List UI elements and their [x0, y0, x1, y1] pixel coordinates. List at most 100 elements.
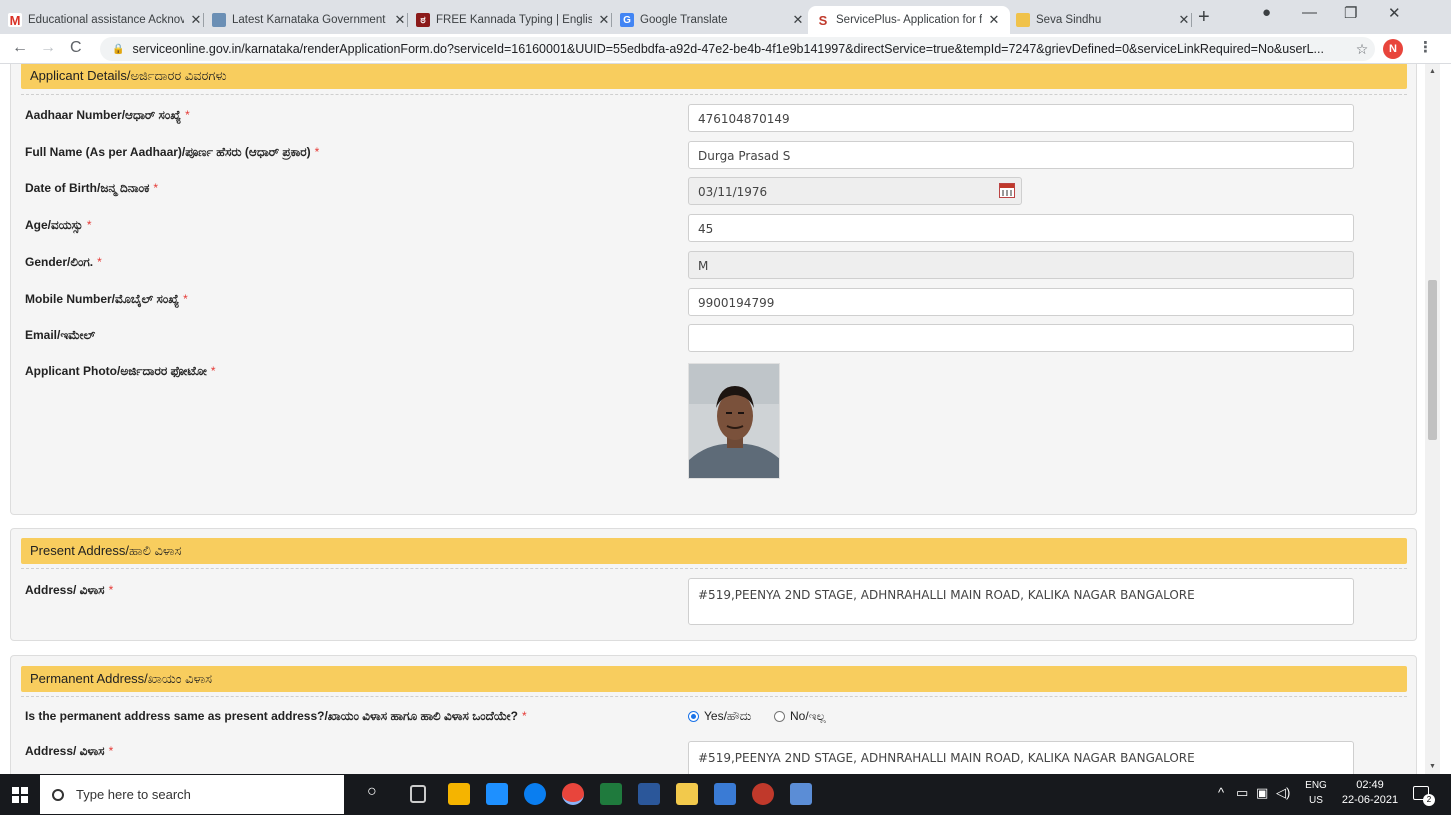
email-label: Email/ಇಮೇಲ್: [25, 328, 96, 342]
mobile-label: Mobile Number/ಮೊಬೈಲ್ ಸಂಖ್ಯೆ *: [25, 292, 188, 306]
close-window-button[interactable]: ✕: [1388, 4, 1401, 22]
full-name-field[interactable]: Durga Prasad S: [688, 141, 1354, 169]
clock-time: 02:49: [1356, 779, 1384, 791]
network-icon[interactable]: ▭: [1236, 785, 1248, 801]
close-icon[interactable]: ✕: [986, 12, 1002, 28]
tab-title: Google Translate: [640, 14, 728, 26]
notification-count: 2: [1423, 794, 1435, 806]
restore-button[interactable]: ❐: [1344, 4, 1357, 22]
full-name-label: Full Name (As per Aadhaar)/ಪೂರ್ಣ ಹೆಸರು (…: [25, 145, 320, 159]
tab-google-translate[interactable]: G Google Translate ✕: [620, 6, 806, 34]
vertical-scrollbar[interactable]: ▲ ▼: [1425, 64, 1440, 774]
battery-icon[interactable]: ▣: [1256, 785, 1268, 801]
app-icon[interactable]: [752, 783, 774, 805]
tab-title: ServicePlus- Application for fi: [836, 14, 982, 26]
age-field[interactable]: 45: [688, 214, 1354, 242]
scroll-up-icon[interactable]: ▲: [1429, 68, 1436, 75]
gmail-icon: M: [8, 12, 22, 28]
same-address-no-radio[interactable]: No/ಇಲ್ಲ: [774, 709, 826, 724]
show-hidden-icons-icon[interactable]: ^: [1218, 785, 1224, 800]
close-icon[interactable]: ✕: [188, 12, 204, 28]
notification-icon[interactable]: 2: [1413, 786, 1435, 806]
mail-icon[interactable]: [486, 783, 508, 805]
scroll-down-icon[interactable]: ▼: [1429, 763, 1436, 770]
radio-selected-icon: [688, 711, 699, 722]
close-icon[interactable]: ✕: [392, 12, 408, 28]
serviceplus-icon: S: [816, 13, 830, 28]
search-icon: [52, 788, 64, 801]
dob-value: 03/11/1976: [698, 185, 768, 199]
tab-gmail[interactable]: M Educational assistance Acknov ✕: [8, 6, 204, 34]
browser-tab-strip: M Educational assistance Acknov ✕ Latest…: [0, 0, 1451, 34]
file-explorer-icon[interactable]: [676, 783, 698, 805]
minimize-button[interactable]: —: [1302, 4, 1317, 21]
tab-title: Educational assistance Acknov: [28, 14, 184, 26]
applicant-photo-label: Applicant Photo/ಅರ್ಜಿದಾರರ ಫೋಟೋ *: [25, 364, 216, 378]
close-icon[interactable]: ✕: [1176, 12, 1192, 28]
address-bar[interactable]: 🔒 serviceonline.gov.in/karnataka/renderA…: [100, 37, 1375, 61]
present-address-field[interactable]: #519,PEENYA 2ND STAGE, ADHNRAHALLI MAIN …: [688, 578, 1354, 625]
gender-field[interactable]: M: [688, 251, 1354, 279]
applicant-photo: [688, 363, 780, 479]
permanent-address-header: Permanent Address/ಖಾಯಂ ವಿಳಾಸ: [21, 666, 1407, 692]
dob-field[interactable]: 03/11/1976: [688, 177, 1022, 205]
browser-toolbar: ← → C 🔒 serviceonline.gov.in/karnataka/r…: [0, 34, 1451, 64]
calendar-icon[interactable]: [999, 183, 1015, 198]
new-tab-button[interactable]: +: [1198, 6, 1210, 29]
gender-label: Gender/ಲಿಂಗ. *: [25, 255, 102, 269]
aadhaar-label: Aadhaar Number/ಆಧಾರ್ ಸಂಖ್ಯೆ *: [25, 108, 190, 122]
dob-label: Date of Birth/ಜನ್ಮ ದಿನಾಂಕ *: [25, 181, 159, 195]
tab-title: Latest Karnataka Government: [232, 14, 386, 26]
lock-icon: 🔒: [112, 43, 125, 55]
tab-kannada-typing[interactable]: ಠ FREE Kannada Typing | Englist ✕: [416, 6, 612, 34]
edge-icon[interactable]: [524, 783, 546, 805]
network-app-icon[interactable]: [714, 783, 736, 805]
url-text: serviceonline.gov.in/karnataka/renderApp…: [132, 42, 1324, 56]
store-icon[interactable]: [448, 783, 470, 805]
present-address-header: Present Address/ಹಾಲಿ ವಿಳಾಸ: [21, 538, 1407, 564]
same-address-yes-radio[interactable]: Yes/ಹೌದು: [688, 709, 751, 724]
kannada-typing-icon: ಠ: [416, 13, 430, 27]
seva-sindhu-icon: [1016, 13, 1030, 27]
google-translate-icon: G: [620, 13, 634, 27]
profile-avatar[interactable]: N: [1383, 39, 1403, 59]
excel-icon[interactable]: [600, 783, 622, 805]
tab-title: FREE Kannada Typing | Englist: [436, 14, 592, 26]
page-content: Applicant Details/ಅರ್ಜಿದಾರರ ವಿವರಗಳು Aadh…: [0, 64, 1451, 774]
volume-icon[interactable]: ◁): [1276, 785, 1290, 801]
task-view-icon[interactable]: [410, 785, 426, 803]
forward-button[interactable]: →: [40, 39, 56, 57]
windows-start-icon[interactable]: [12, 787, 28, 803]
tab-serviceplus[interactable]: S ServicePlus- Application for fi ✕: [808, 6, 1010, 34]
tab-seva-sindhu[interactable]: Seva Sindhu ✕: [1016, 6, 1192, 34]
menu-icon[interactable]: ⋮: [1418, 38, 1433, 56]
cortana-icon[interactable]: ○: [367, 783, 377, 801]
reload-button[interactable]: C: [70, 39, 82, 57]
mobile-field[interactable]: 9900194799: [688, 288, 1354, 316]
lang-code: ENG: [1305, 780, 1327, 791]
bookmark-star-icon[interactable]: ☆: [1349, 41, 1375, 58]
clock[interactable]: 02:49 22-06-2021: [1340, 778, 1400, 808]
same-address-question: Is the permanent address same as present…: [25, 709, 527, 723]
windows-taskbar: Type here to search ○ ^ ▭ ▣ ◁) ENG US 02…: [0, 774, 1451, 815]
language-indicator[interactable]: ENG US: [1300, 778, 1332, 808]
notepad-icon[interactable]: [790, 783, 812, 805]
tab-karnataka-govt[interactable]: Latest Karnataka Government ✕: [212, 6, 408, 34]
taskbar-search-box[interactable]: Type here to search: [40, 775, 344, 814]
karnataka-govt-icon: [212, 13, 226, 27]
tab-search-icon[interactable]: ●: [1262, 4, 1271, 21]
close-icon[interactable]: ✕: [790, 12, 806, 28]
permanent-address-field[interactable]: #519,PEENYA 2ND STAGE, ADHNRAHALLI MAIN …: [688, 741, 1354, 774]
scrollbar-thumb[interactable]: [1428, 280, 1437, 440]
close-icon[interactable]: ✕: [596, 12, 612, 28]
chrome-icon[interactable]: [562, 783, 584, 805]
email-field[interactable]: [688, 324, 1354, 352]
aadhaar-field[interactable]: 476104870149: [688, 104, 1354, 132]
present-address-label: Address/ ವಿಳಾಸ *: [25, 583, 114, 597]
radio-unselected-icon: [774, 711, 785, 722]
back-button[interactable]: ←: [12, 39, 28, 57]
lang-region: US: [1309, 795, 1323, 806]
tab-title: Seva Sindhu: [1036, 14, 1102, 26]
search-placeholder: Type here to search: [76, 787, 191, 802]
word-icon[interactable]: [638, 783, 660, 805]
